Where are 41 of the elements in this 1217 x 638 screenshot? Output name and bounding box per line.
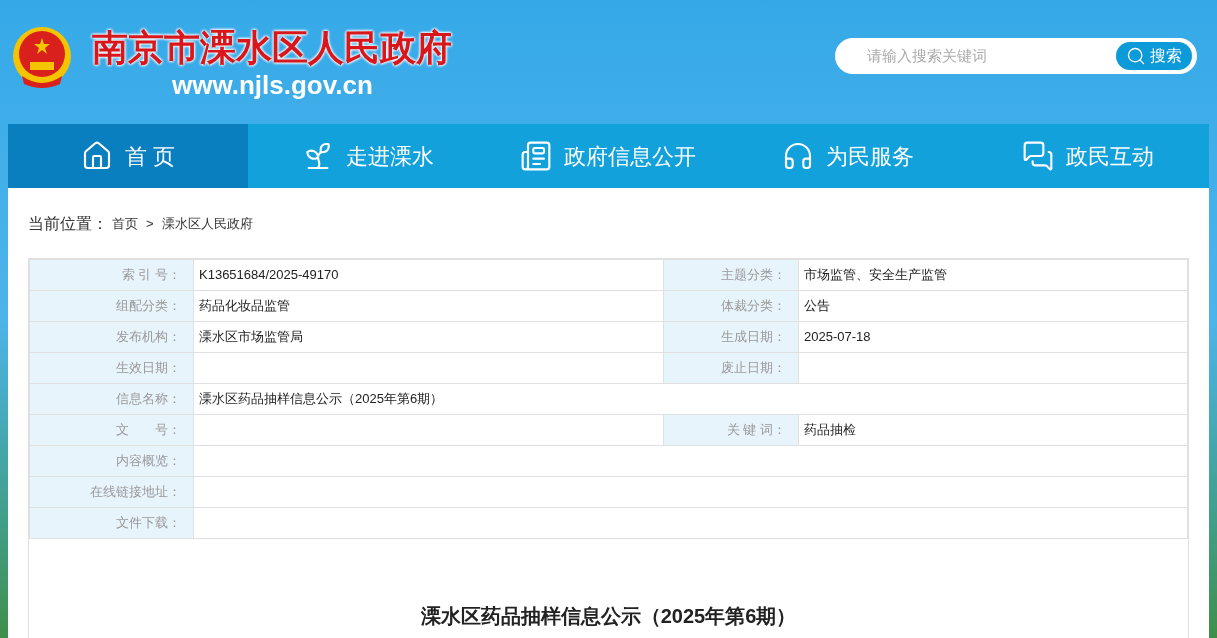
field-label: 组配分类： [29, 290, 194, 322]
field-label: 废止日期： [663, 352, 799, 384]
field-label: 文 号： [29, 414, 194, 446]
field-label: 索 引 号： [29, 259, 194, 291]
nav-tab[interactable]: 走进溧水 [248, 124, 488, 188]
field-value: 公告 [798, 290, 1188, 322]
breadcrumb-link[interactable]: 溧水区人民政府 [161, 214, 253, 234]
breadcrumb-separator: > [146, 215, 154, 234]
field-value: 溧水区市场监管局 [193, 321, 664, 353]
field-value: K13651684/2025-49170 [193, 259, 664, 291]
article-title: 溧水区药品抽样信息公示（2025年第6期） [420, 604, 797, 629]
field-label: 内容概览： [29, 445, 194, 477]
chat-bubbles-icon [1022, 140, 1054, 172]
search-icon [1126, 46, 1146, 66]
field-value: 溧水区药品抽样信息公示（2025年第6期） [193, 383, 1188, 415]
site-url: www.njls.gov.cn [172, 70, 374, 100]
field-value: 药品抽检 [798, 414, 1188, 446]
breadcrumb-label: 当前位置： [28, 214, 108, 234]
field-value: 药品化妆品监管 [193, 290, 664, 322]
field-label: 发布机构： [29, 321, 194, 353]
field-label: 生效日期： [29, 352, 194, 384]
field-label: 在线链接地址： [29, 476, 194, 508]
site-title: 南京市溧水区人民政府 [92, 26, 452, 70]
search-field[interactable]: 请输入搜索关键词 搜索 [835, 38, 1197, 74]
field-label: 关 键 词： [663, 414, 799, 446]
nav-tab[interactable]: 首 页 [8, 124, 248, 188]
field-label: 生成日期： [663, 321, 799, 353]
field-label: 主题分类： [663, 259, 799, 291]
field-label: 文件下载： [29, 507, 194, 539]
nav-tab[interactable]: 为民服务 [728, 124, 968, 188]
headset-icon [782, 140, 814, 172]
emblem-icon [10, 26, 74, 90]
document-icon [520, 140, 552, 172]
nav-tab[interactable]: 政府信息公开 [488, 124, 728, 188]
field-label: 体裁分类： [663, 290, 799, 322]
field-label: 信息名称： [29, 383, 194, 415]
breadcrumb-link[interactable]: 首页 [112, 214, 138, 234]
nav-tab[interactable]: 政民互动 [968, 124, 1208, 188]
field-value: 市场监管、安全生产监管 [798, 259, 1188, 291]
field-value: 2025-07-18 [798, 321, 1188, 353]
search-button[interactable]: 搜索 [1116, 42, 1192, 70]
